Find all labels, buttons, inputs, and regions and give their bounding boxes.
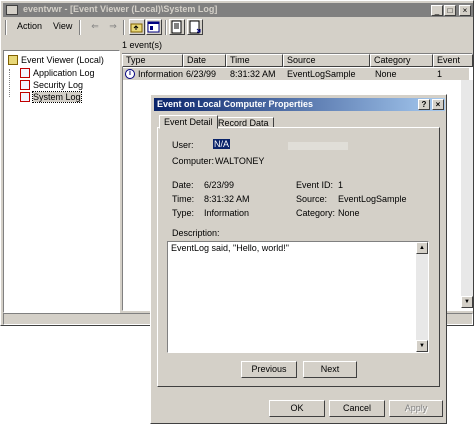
date-label: Date: xyxy=(172,180,194,190)
cell-time: 8:31:32 AM xyxy=(230,69,276,79)
column-header-category[interactable]: Category xyxy=(370,54,433,67)
cancel-button[interactable]: Cancel xyxy=(329,400,385,417)
refresh-icon[interactable] xyxy=(187,19,203,35)
main-title-bar[interactable]: eventvwr - [Event Viewer (Local)\System … xyxy=(3,3,473,17)
tree-root-label: Event Viewer (Local) xyxy=(21,55,104,65)
information-icon: i xyxy=(125,69,135,79)
time-label: Time: xyxy=(172,194,195,204)
menu-toolbar: Action View ⇐ ⇒ xyxy=(3,18,473,38)
tree-root[interactable]: Event Viewer (Local) xyxy=(8,55,104,67)
close-button[interactable]: × xyxy=(459,5,471,16)
dialog-title-bar[interactable]: Event on Local Computer Properties ? × xyxy=(154,98,445,111)
cell-category: None xyxy=(375,69,397,79)
cell-date: 6/23/99 xyxy=(186,69,217,79)
user-value[interactable]: N/A xyxy=(213,139,231,149)
column-header-time[interactable]: Time xyxy=(226,54,283,67)
column-header-type[interactable]: Type xyxy=(122,54,183,67)
dialog-title: Event on Local Computer Properties xyxy=(157,99,314,109)
next-button[interactable]: Next xyxy=(303,361,357,378)
scroll-down-arrow-icon[interactable]: ▼ xyxy=(461,296,473,308)
description-scrollbar[interactable]: ▲ ▼ xyxy=(416,242,428,352)
computer-value: WALTONEY xyxy=(215,156,265,166)
app-icon[interactable] xyxy=(6,5,18,15)
cell-event: 1 xyxy=(437,69,443,79)
tree-item-system-log[interactable]: System Log xyxy=(20,91,82,104)
computer-label: Computer: xyxy=(172,156,215,166)
scroll-up-arrow-icon[interactable]: ▲ xyxy=(416,242,428,254)
forward-icon[interactable]: ⇒ xyxy=(105,19,121,35)
tree-item-application-log[interactable]: Application Log xyxy=(20,68,95,80)
event-count: 1 event(s) xyxy=(122,40,163,50)
window-title: eventvwr - [Event Viewer (Local)\System … xyxy=(23,4,218,14)
description-textbox[interactable]: EventLog said, "Hello, world!" ▲ ▼ xyxy=(167,241,429,353)
user-label: User: xyxy=(172,140,194,150)
source-value: EventLogSample xyxy=(338,194,407,204)
log-icon xyxy=(20,92,30,102)
tree-pane[interactable]: Event Viewer (Local) Application Log Sec… xyxy=(3,50,120,313)
source-label: Source: xyxy=(296,194,328,204)
scroll-down-arrow-icon[interactable]: ▼ xyxy=(416,340,428,352)
type-label: Type: xyxy=(172,208,195,218)
column-header-source[interactable]: Source xyxy=(283,54,370,67)
lock-log-icon xyxy=(20,80,30,90)
menu-view[interactable]: View xyxy=(51,21,74,31)
log-icon xyxy=(20,68,30,78)
time-value: 8:31:32 AM xyxy=(204,194,250,204)
folder-icon xyxy=(8,55,18,65)
description-text: EventLog said, "Hello, world!" xyxy=(171,243,289,253)
column-header-date[interactable]: Date xyxy=(183,54,226,67)
event-id-value: 1 xyxy=(338,180,344,190)
back-icon[interactable]: ⇐ xyxy=(87,19,103,35)
date-value: 6/23/99 xyxy=(204,180,235,190)
menu-action-label: Action xyxy=(17,21,43,31)
tab-event-detail[interactable]: Event Detail xyxy=(159,115,218,129)
minimize-button[interactable]: _ xyxy=(431,5,443,16)
tree-connector xyxy=(9,69,18,97)
toolbar-separator xyxy=(123,20,125,35)
previous-button[interactable]: Previous xyxy=(241,361,297,378)
tree-item-label: Security Log xyxy=(33,80,84,90)
cell-type: Information xyxy=(138,69,184,79)
column-header-event[interactable]: Event xyxy=(433,54,473,67)
toolbar-grip xyxy=(5,20,7,35)
ok-button[interactable]: OK xyxy=(269,400,325,417)
toolbar-separator xyxy=(165,20,167,35)
menu-action[interactable]: Action xyxy=(15,21,44,31)
tree-item-label: Application Log xyxy=(33,68,95,78)
up-folder-icon[interactable] xyxy=(129,19,145,35)
cell-source: EventLogSample xyxy=(287,69,356,79)
properties-icon[interactable] xyxy=(146,19,162,35)
toolbar-separator xyxy=(79,20,81,35)
list-header: Type Date Time Source Category Event xyxy=(122,54,473,67)
dialog-close-button[interactable]: × xyxy=(432,99,444,110)
menu-view-label: View xyxy=(53,21,73,31)
category-value: None xyxy=(338,208,360,218)
blur-mark xyxy=(288,142,348,150)
type-value: Information xyxy=(204,208,250,218)
tree-item-label: System Log xyxy=(32,91,82,103)
event-id-label: Event ID: xyxy=(296,180,334,190)
help-button[interactable]: ? xyxy=(418,99,430,110)
table-row[interactable]: i Information 6/23/99 8:31:32 AM EventLo… xyxy=(123,68,469,80)
export-list-icon[interactable] xyxy=(169,19,185,35)
list-scrollbar[interactable]: ▼ xyxy=(461,80,473,308)
description-label: Description: xyxy=(172,228,220,238)
category-label: Category: xyxy=(296,208,336,218)
apply-button: Apply xyxy=(389,400,443,417)
event-properties-dialog: Event on Local Computer Properties ? × E… xyxy=(150,94,447,424)
maximize-button[interactable]: □ xyxy=(444,5,456,16)
tree-item-security-log[interactable]: Security Log xyxy=(20,80,83,92)
